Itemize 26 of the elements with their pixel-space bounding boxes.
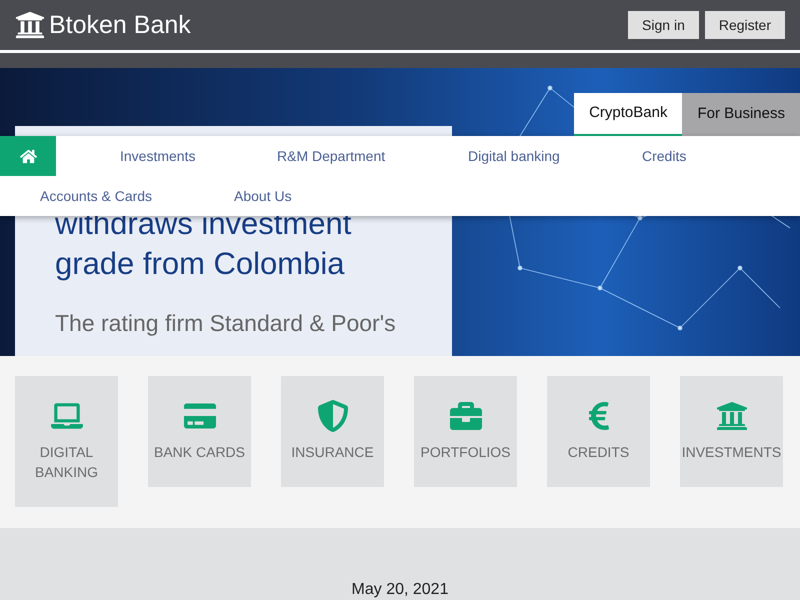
service-tile[interactable]: CREDITS [547, 376, 650, 487]
register-button[interactable]: Register [704, 11, 785, 39]
service-tile[interactable]: INVESTMENTS [680, 376, 783, 487]
nav-link[interactable]: Investments [120, 146, 196, 166]
service-tile[interactable]: PORTFOLIOS [414, 376, 517, 487]
briefcase-icon [450, 400, 482, 432]
bank-logo-icon [15, 10, 45, 40]
bank-building-icon [716, 400, 748, 432]
nav-link[interactable]: R&M Department [277, 146, 386, 166]
service-tile[interactable]: DIGITAL BANKING [15, 376, 118, 507]
hero-tab[interactable]: CryptoBank [574, 93, 682, 136]
service-tile[interactable]: BANK CARDS [148, 376, 251, 487]
home-button[interactable] [0, 136, 56, 176]
nav-link[interactable]: About Us [234, 186, 292, 206]
laptop-icon [50, 400, 82, 432]
nav-link[interactable]: Credits [642, 146, 686, 166]
logo-text[interactable]: Btoken Bank [49, 10, 191, 40]
nav-link[interactable]: Accounts & Cards [40, 186, 152, 206]
shield-icon [316, 400, 348, 432]
hero-tab[interactable]: For Business [682, 93, 800, 136]
sign-in-button[interactable]: Sign in [628, 11, 699, 39]
nav-link[interactable]: Digital banking [468, 146, 560, 166]
service-tile[interactable]: INSURANCE [281, 376, 384, 487]
home-icon [20, 148, 36, 164]
news-date: May 20, 2021 [352, 580, 448, 600]
article-summary: The rating firm Standard & Poor's [55, 309, 397, 338]
